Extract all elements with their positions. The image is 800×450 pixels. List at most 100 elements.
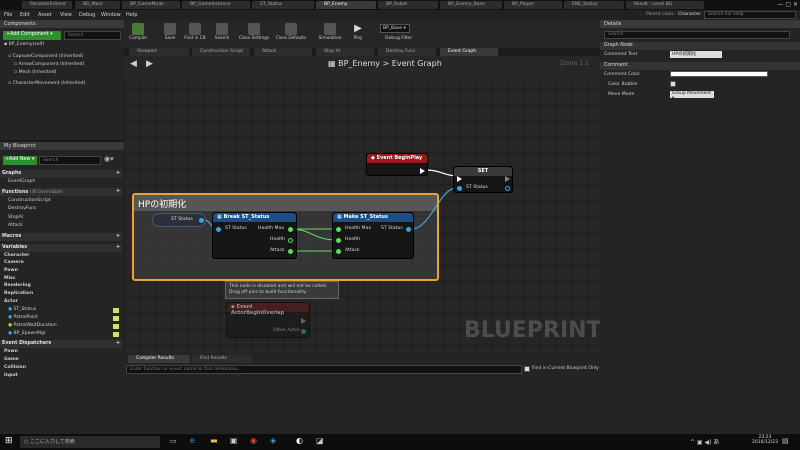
plus-icon[interactable]: + [116, 245, 120, 250]
dispatcher-category[interactable]: Game [4, 357, 19, 365]
break-in-pin[interactable] [216, 227, 221, 232]
taskbar-search-input[interactable]: ○ ここに入力して検索 [20, 436, 160, 448]
make-out-label: ST Status [381, 226, 403, 231]
function-item[interactable]: ConstructionScript [8, 198, 51, 206]
variables-label: Variables [2, 245, 28, 250]
my-blueprint-search-input[interactable]: Search [39, 156, 101, 165]
tray-icons[interactable]: ^ ▣ ◀) あ [690, 437, 719, 446]
details-search-input[interactable]: Search [604, 31, 790, 39]
make-in-pin[interactable] [336, 249, 341, 254]
tab-find-results[interactable]: Find Results [192, 355, 252, 363]
var-category[interactable]: Pawn [4, 268, 18, 276]
actor-var[interactable]: ● ST_Status [8, 307, 36, 315]
break-header: ▦ Break ST_Status [213, 213, 296, 222]
dispatcher-category[interactable]: Pawn [4, 349, 18, 357]
functions-section[interactable]: Functions (36 Overridable) + [0, 188, 122, 196]
comment-text-label: Comment Text [604, 52, 638, 57]
unreal-icon[interactable]: ◐ [296, 436, 303, 445]
bottom-panel: Compiler Results Find Results Enter func… [124, 354, 600, 434]
graphs-label: Graphs [2, 171, 22, 176]
set-status-out-pin[interactable] [505, 186, 510, 191]
eye-icon[interactable]: ◉▾ [104, 155, 114, 163]
make-label: Make ST_Status [343, 214, 388, 220]
set-exec-out-pin[interactable] [505, 176, 510, 182]
overlap-header: ◆ Event ActorBeginOverlap [227, 303, 309, 316]
make-st-status-node[interactable]: ▦ Make ST_Status Health Max Health Attac… [332, 212, 414, 259]
notification-icon[interactable]: ▤ [782, 437, 789, 445]
comment-title[interactable]: HPの初期化 [134, 195, 437, 211]
overlap-exec-pin[interactable] [301, 318, 306, 324]
set-status-label: ST Status [466, 185, 488, 190]
explorer-icon[interactable]: ▬ [210, 436, 218, 445]
plus-icon[interactable]: + [116, 234, 120, 239]
event-beginplay-node[interactable]: ◆ Event BeginPlay [366, 153, 428, 176]
comment-text-input[interactable]: HPの初期化 [670, 51, 722, 58]
graph-node-section[interactable]: Graph Node [600, 42, 800, 50]
overlap-pin[interactable] [301, 329, 306, 334]
dispatchers-section[interactable]: Event Dispatchers + [0, 340, 122, 348]
windows-start-icon[interactable]: ⊞ [5, 436, 13, 446]
graphs-section[interactable]: Graphs + [0, 170, 122, 178]
set-status-pin[interactable] [457, 186, 462, 191]
var-category[interactable]: Replication [4, 291, 33, 299]
actor-var[interactable]: ● PatrolPoint [8, 315, 38, 323]
app-icon-2[interactable]: ◪ [316, 436, 324, 445]
taskbar: ⊞ ○ ここに入力して検索 ▭ e ▬ ▣ ◉ ◈ ◐ ◪ ^ ▣ ◀) あ 2… [0, 434, 800, 450]
overlap-pin-label: Other Actor [273, 328, 300, 333]
find-current-checkbox[interactable] [524, 366, 530, 372]
macros-section[interactable]: Macros + [0, 233, 122, 241]
store-icon[interactable]: ▣ [230, 436, 238, 445]
var-category[interactable]: Actor [4, 299, 18, 307]
find-references-input[interactable]: Enter function or event name to find ref… [126, 365, 522, 374]
clock[interactable]: 23:23 2016/12/23 [752, 435, 778, 445]
details-header: Details [600, 20, 800, 28]
break-out-pin[interactable] [288, 227, 293, 232]
variables-section[interactable]: Variables + [0, 244, 122, 252]
app-icon[interactable]: ◈ [270, 436, 276, 445]
plus-icon[interactable]: + [116, 171, 120, 176]
dispatchers-label: Event Dispatchers [2, 341, 52, 346]
make-in-pin[interactable] [336, 227, 341, 232]
var-category[interactable]: Camera [4, 260, 24, 268]
event-beginplay-header: ◆ Event BeginPlay [367, 154, 427, 163]
actor-var[interactable]: ● BP_SpawnMgr [8, 331, 46, 339]
plus-icon[interactable]: + [116, 341, 120, 346]
break-st-status-node[interactable]: ▦ Break ST_Status ST Status Health Max H… [212, 212, 297, 259]
st-status-getter-pin[interactable] [199, 218, 204, 223]
actor-var[interactable]: ● PatrolWaitDuration [8, 323, 57, 331]
set-header: SET [454, 167, 512, 176]
function-item[interactable]: DestroyFunc [8, 206, 37, 214]
make-in-label: Attack [345, 248, 360, 253]
function-item[interactable]: StopAI [8, 215, 23, 223]
comment-color-swatch[interactable] [670, 71, 768, 77]
function-item[interactable]: Attack [8, 223, 23, 231]
break-out-label: Attack [270, 248, 285, 253]
var-visibility-icons[interactable] [113, 308, 119, 338]
taskbar-search-text: ここに入力して検索 [29, 439, 75, 445]
tab-compiler-results[interactable]: Compiler Results [128, 355, 190, 363]
task-view-icon[interactable]: ▭ [170, 437, 177, 445]
graph-item[interactable]: EventGraph [8, 179, 35, 187]
make-in-pin[interactable] [336, 238, 341, 243]
chrome-icon[interactable]: ◉ [250, 436, 257, 445]
st-status-getter[interactable]: ST Status [152, 213, 206, 227]
dispatcher-category[interactable]: Input [4, 373, 18, 381]
move-mode-select[interactable]: Group Movement ▾ [670, 91, 714, 101]
comment-section[interactable]: Comment [600, 62, 800, 70]
break-out-label: Health [270, 237, 286, 242]
break-out-pin[interactable] [288, 238, 293, 243]
make-out-pin[interactable] [406, 227, 411, 232]
dispatcher-category[interactable]: Collision [4, 365, 26, 373]
my-blueprint-header: My Blueprint [0, 142, 124, 150]
add-new-button[interactable]: +Add New ▾ [3, 156, 37, 165]
color-bubble-checkbox[interactable] [670, 81, 676, 87]
event-overlap-node[interactable]: ◆ Event ActorBeginOverlap Other Actor [226, 302, 310, 338]
break-out-pin[interactable] [288, 249, 293, 254]
exec-out-pin[interactable] [420, 168, 425, 174]
set-node[interactable]: SET ST Status [453, 166, 513, 193]
color-bubble-label: Color Bubble [608, 82, 638, 87]
plus-icon[interactable]: + [116, 189, 120, 194]
set-exec-in-pin[interactable] [457, 176, 462, 182]
edge-icon[interactable]: e [190, 436, 195, 445]
var-category[interactable]: Rendering [4, 283, 31, 291]
